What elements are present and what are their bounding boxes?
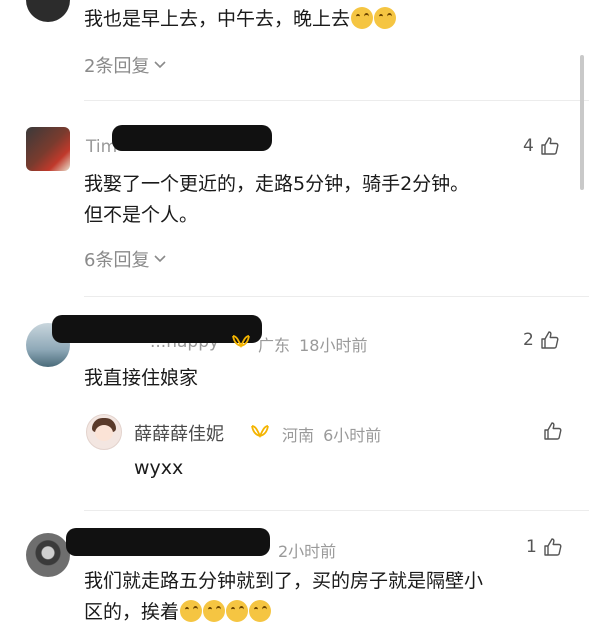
comment-text: 我们就走路五分钟就到了，买的房子就是隔壁小 区的，挨着 — [84, 570, 484, 623]
laugh-cry-emoji-icon — [203, 600, 226, 622]
reply-meta: 河南 6小时前 — [282, 426, 382, 445]
like-button[interactable] — [543, 421, 563, 441]
redacted-username — [66, 528, 270, 556]
divider — [84, 510, 589, 511]
avatar[interactable] — [26, 533, 70, 577]
like-button[interactable]: 1 — [526, 537, 563, 557]
laugh-cry-emoji-icon — [180, 600, 203, 622]
thumb-up-icon — [544, 538, 562, 556]
divider — [84, 296, 589, 297]
comment-meta: 广东 18小时前 — [258, 336, 368, 355]
laugh-cry-emoji-icon — [374, 7, 397, 29]
laugh-cry-emoji-icon — [249, 600, 272, 622]
badge-icon — [251, 425, 269, 438]
badge-icon — [232, 335, 250, 348]
laugh-cry-emoji-icon — [226, 600, 249, 622]
view-replies-button[interactable]: 6条回复 — [84, 246, 167, 272]
reply-text: wyxx — [134, 457, 184, 479]
avatar-face — [95, 425, 113, 441]
chevron-down-icon — [154, 255, 167, 263]
comment-text: 我直接住娘家 — [84, 367, 199, 389]
comment-text: 我也是早上去，中午去，晚上去 — [84, 4, 397, 35]
reply-username[interactable]: 薛薛薛佳妮 — [134, 420, 224, 446]
thumb-up-icon — [544, 422, 562, 440]
view-replies-button[interactable]: 2条回复 — [84, 52, 167, 78]
thumb-up-icon — [541, 331, 559, 349]
comment-text: 我娶了一个更近的，走路5分钟，骑手2分钟。 但不是个人。 — [84, 173, 470, 226]
laugh-cry-emoji-icon — [351, 7, 374, 29]
comment-meta: 2小时前 — [278, 542, 337, 561]
avatar[interactable] — [26, 0, 70, 22]
redacted-username — [112, 125, 272, 151]
like-button[interactable]: 4 — [523, 136, 560, 156]
scrollbar[interactable] — [580, 55, 584, 190]
reply-avatar[interactable] — [86, 414, 122, 450]
thumb-up-icon — [541, 137, 559, 155]
chevron-down-icon — [154, 61, 167, 69]
avatar[interactable] — [26, 127, 70, 171]
divider — [84, 100, 589, 101]
like-button[interactable]: 2 — [523, 330, 560, 350]
